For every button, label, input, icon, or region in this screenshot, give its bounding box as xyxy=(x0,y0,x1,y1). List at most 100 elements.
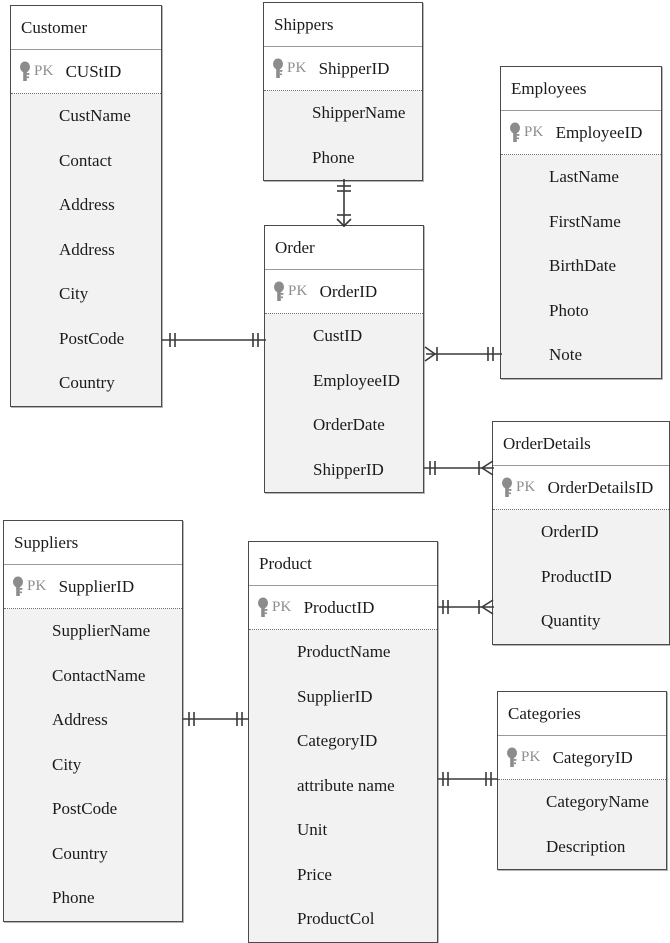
attribute-row: Contact xyxy=(59,150,112,170)
attribute-list-categories: CategoryName Description xyxy=(498,780,666,869)
attribute-row: Phone xyxy=(52,888,95,907)
attribute-row: ShipperName xyxy=(312,103,406,122)
primary-key-row-product[interactable]: PK ProductID xyxy=(249,586,437,630)
attribute-row: Note xyxy=(549,345,583,364)
relationship-order-employees[interactable] xyxy=(424,344,502,364)
attribute-row: BirthDate xyxy=(549,256,617,275)
relationship-customer-order[interactable] xyxy=(162,330,266,350)
entity-order[interactable]: Order PK OrderID CustID EmployeeID Order… xyxy=(264,225,424,493)
pk-label: PK xyxy=(521,749,541,765)
entity-title-categories: Categories xyxy=(498,692,666,736)
pk-label: PK xyxy=(524,124,544,140)
attribute-row: EmployeeID xyxy=(313,370,400,390)
pk-name-categories: CategoryID xyxy=(552,747,633,767)
attribute-row: ProductName xyxy=(297,642,391,661)
attribute-row: Address xyxy=(59,239,115,259)
relationship-suppliers-product[interactable] xyxy=(183,709,249,729)
attribute-row: ProductCol xyxy=(297,909,375,928)
attribute-row: attribute name xyxy=(297,775,395,795)
key-icon xyxy=(272,58,286,80)
attribute-row: Unit xyxy=(297,820,328,839)
key-icon xyxy=(19,61,33,83)
attribute-row: CategoryID xyxy=(297,731,378,750)
key-icon xyxy=(501,477,515,499)
attribute-row: ShipperID xyxy=(313,459,384,479)
attribute-row: CustID xyxy=(313,326,363,345)
key-icon xyxy=(509,122,523,144)
entity-suppliers[interactable]: Suppliers PK SupplierID SupplierName Con… xyxy=(3,520,183,922)
attribute-row: ProductID xyxy=(541,566,612,586)
attribute-row: PostCode xyxy=(52,799,118,818)
attribute-row: Price xyxy=(297,864,332,884)
attribute-row: OrderID xyxy=(541,522,599,541)
relationship-order-orderdetails[interactable] xyxy=(424,458,494,478)
key-icon xyxy=(257,597,271,619)
relationship-shippers-order[interactable] xyxy=(334,179,354,227)
entity-title-product: Product xyxy=(249,542,437,586)
primary-key-row-orderdetails[interactable]: PK OrderDetailsID xyxy=(493,466,669,510)
key-icon xyxy=(273,281,287,303)
er-diagram-canvas: Customer PK CUStID CustName Contact Addr… xyxy=(0,0,670,943)
attribute-list-shippers: ShipperName Phone xyxy=(264,91,422,180)
attribute-row: ContactName xyxy=(52,665,146,685)
attribute-row: Quantity xyxy=(541,611,601,630)
pk-name-customer: CUStID xyxy=(65,61,122,81)
primary-key-row-order[interactable]: PK OrderID xyxy=(265,270,423,314)
entity-employees[interactable]: Employees PK EmployeeID LastName FirstNa… xyxy=(500,66,662,379)
pk-name-orderdetails: OrderDetailsID xyxy=(547,477,654,497)
primary-key-row-shippers[interactable]: PK ShipperID xyxy=(264,47,422,91)
pk-name-employees: EmployeeID xyxy=(555,122,643,142)
attribute-row: SupplierName xyxy=(52,621,151,640)
pk-label: PK xyxy=(272,599,292,615)
attribute-list-customer: CustName Contact Address Address City Po… xyxy=(11,94,161,406)
attribute-list-employees: LastName FirstName BirthDate Photo Note xyxy=(501,155,661,378)
entity-title-shippers: Shippers xyxy=(264,3,422,47)
attribute-row: Country xyxy=(52,843,108,863)
primary-key-row-categories[interactable]: PK CategoryID xyxy=(498,736,666,780)
entity-shippers[interactable]: Shippers PK ShipperID ShipperName Phone xyxy=(263,2,423,181)
pk-label: PK xyxy=(34,63,54,79)
entity-title-employees: Employees xyxy=(501,67,661,111)
attribute-row: CustName xyxy=(59,106,131,125)
attribute-row: CategoryName xyxy=(546,792,649,811)
pk-name-order: OrderID xyxy=(319,281,378,301)
attribute-list-product: ProductName SupplierID CategoryID attrib… xyxy=(249,630,437,942)
attribute-row: OrderDate xyxy=(313,415,385,434)
pk-label: PK xyxy=(287,60,307,76)
primary-key-row-customer[interactable]: PK CUStID xyxy=(11,50,161,94)
attribute-row: FirstName xyxy=(549,211,621,231)
entity-title-customer: Customer xyxy=(11,6,161,50)
relationship-product-orderdetails[interactable] xyxy=(438,597,494,617)
attribute-list-orderdetails: OrderID ProductID Quantity xyxy=(493,510,669,644)
attribute-row: Address xyxy=(59,195,115,214)
attribute-row: Country xyxy=(59,373,115,392)
entity-title-order: Order xyxy=(265,226,423,270)
key-icon xyxy=(506,747,520,769)
primary-key-row-suppliers[interactable]: PK SupplierID xyxy=(4,565,182,609)
attribute-row: Description xyxy=(546,836,626,856)
key-icon xyxy=(12,576,26,598)
primary-key-row-employees[interactable]: PK EmployeeID xyxy=(501,111,661,155)
attribute-list-suppliers: SupplierName ContactName Address City Po… xyxy=(4,609,182,921)
attribute-row: Address xyxy=(52,710,108,729)
pk-name-suppliers: SupplierID xyxy=(58,576,135,596)
attribute-row: PostCode xyxy=(59,328,125,348)
entity-title-suppliers: Suppliers xyxy=(4,521,182,565)
attribute-row: City xyxy=(59,284,89,303)
relationship-product-categories[interactable] xyxy=(438,769,498,789)
attribute-row: Photo xyxy=(549,300,589,320)
pk-name-product: ProductID xyxy=(303,597,375,617)
entity-orderdetails[interactable]: OrderDetails PK OrderDetailsID OrderID P… xyxy=(492,421,670,645)
pk-label: PK xyxy=(516,479,536,495)
pk-name-shippers: ShipperID xyxy=(318,58,390,78)
attribute-row: City xyxy=(52,754,82,774)
attribute-row: SupplierID xyxy=(297,686,373,706)
entity-customer[interactable]: Customer PK CUStID CustName Contact Addr… xyxy=(10,5,162,407)
pk-label: PK xyxy=(27,578,47,594)
pk-label: PK xyxy=(288,283,308,299)
attribute-list-order: CustID EmployeeID OrderDate ShipperID xyxy=(265,314,423,492)
attribute-row: LastName xyxy=(549,167,619,186)
entity-categories[interactable]: Categories PK CategoryID CategoryName De… xyxy=(497,691,667,870)
entity-title-orderdetails: OrderDetails xyxy=(493,422,669,466)
entity-product[interactable]: Product PK ProductID ProductName Supplie… xyxy=(248,541,438,943)
